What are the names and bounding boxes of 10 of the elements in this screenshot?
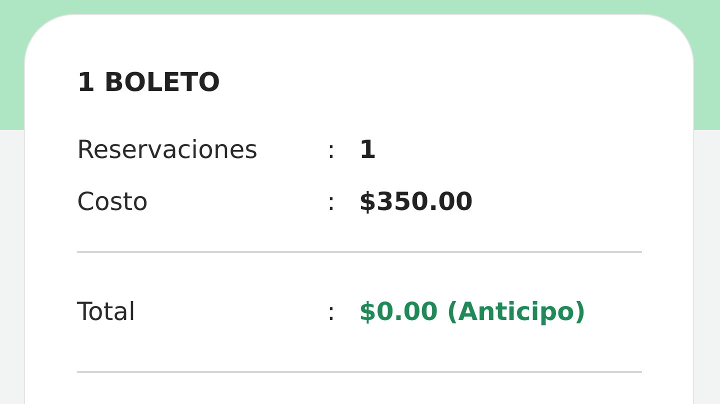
row-label: Costo [77, 186, 149, 218]
colon-separator: : [327, 186, 336, 218]
total-label: Total [77, 296, 136, 328]
ticket-count-title: 1 BOLETO [77, 67, 222, 100]
row-label: Reservaciones [77, 134, 259, 166]
row-value: $350.00 [359, 186, 473, 218]
total-value: $0.00 (Anticipo) [359, 296, 586, 328]
colon-separator: : [327, 134, 336, 166]
row-value: 1 [359, 134, 376, 166]
colon-separator: : [327, 296, 336, 328]
